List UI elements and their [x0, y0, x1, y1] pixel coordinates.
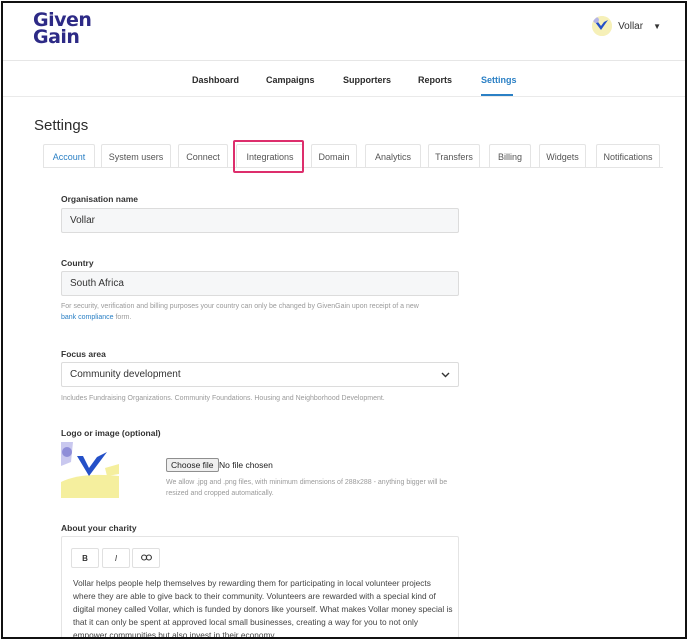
country-value: South Africa — [70, 278, 124, 289]
givengain-logo[interactable]: Given Gain — [33, 11, 103, 48]
nav-supporters[interactable]: Supporters — [343, 75, 391, 85]
bank-compliance-link[interactable]: bank compliance — [61, 314, 114, 321]
file-help-text: We allow .jpg and .png files, with minim… — [166, 479, 448, 497]
focus-area-select[interactable]: Community development — [61, 362, 459, 387]
org-name-label: Organisation name — [61, 194, 138, 204]
tab-domain[interactable]: Domain — [311, 144, 357, 168]
tab-connect[interactable]: Connect — [178, 144, 228, 168]
tab-account[interactable]: Account — [43, 144, 95, 168]
about-label: About your charity — [61, 523, 137, 533]
tabs-divider — [43, 167, 663, 168]
tab-system-users[interactable]: System users — [101, 144, 171, 168]
top-header: Given Gain Vollar ▼ — [3, 3, 685, 61]
app-frame: Given Gain Vollar ▼ Dashboard Campaigns … — [1, 1, 687, 639]
tab-analytics[interactable]: Analytics — [365, 144, 421, 168]
page-title: Settings — [34, 117, 89, 134]
integrations-highlight-box — [233, 140, 304, 173]
about-text: Vollar helps people help themselves by r… — [73, 578, 453, 639]
link-button[interactable] — [132, 548, 160, 568]
tab-widgets[interactable]: Widgets — [539, 144, 586, 168]
nav-campaigns[interactable]: Campaigns — [266, 75, 315, 85]
tab-notifications[interactable]: Notifications — [596, 144, 660, 168]
avatar — [592, 16, 613, 36]
logo-line-2: Gain — [33, 26, 80, 48]
nav-reports[interactable]: Reports — [418, 75, 452, 85]
link-icon — [140, 553, 152, 563]
country-help-pre: For security, verification and billing p… — [61, 303, 419, 310]
italic-button[interactable]: I — [102, 548, 130, 568]
nav-active-indicator — [481, 94, 513, 96]
org-name-value: Vollar — [70, 215, 96, 226]
country-label: Country — [61, 258, 94, 268]
logo-preview-image — [61, 442, 119, 498]
nav-settings[interactable]: Settings — [481, 75, 517, 85]
nav-dashboard[interactable]: Dashboard — [192, 75, 239, 85]
focus-area-label: Focus area — [61, 349, 106, 359]
country-help-post: form. — [115, 314, 132, 321]
bold-button[interactable]: B — [71, 548, 99, 568]
org-name-field[interactable]: Vollar — [61, 208, 459, 233]
main-nav: Dashboard Campaigns Supporters Reports S… — [3, 61, 685, 97]
chevron-down-icon — [441, 370, 450, 380]
choose-file-button[interactable]: Choose file — [166, 458, 219, 472]
focus-area-help: Includes Fundraising Organizations. Comm… — [61, 395, 385, 402]
user-name: Vollar — [618, 20, 644, 32]
focus-area-value: Community development — [70, 369, 181, 380]
country-field[interactable]: South Africa — [61, 271, 459, 296]
tab-billing[interactable]: Billing — [489, 144, 531, 168]
country-help-text: For security, verification and billing p… — [61, 301, 471, 323]
file-status-text: No file chosen — [219, 460, 273, 470]
tab-transfers[interactable]: Transfers — [428, 144, 480, 168]
caret-down-icon: ▼ — [653, 21, 661, 31]
logo-label: Logo or image (optional) — [61, 428, 161, 438]
user-menu[interactable]: Vollar ▼ — [592, 16, 661, 36]
